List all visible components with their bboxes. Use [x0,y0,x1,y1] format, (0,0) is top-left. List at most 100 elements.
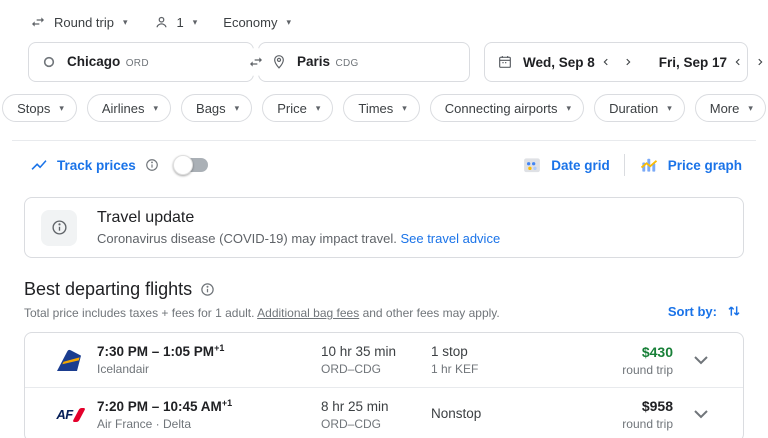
expand-flight-button[interactable] [673,355,729,365]
flight-row-icelandair[interactable]: 7:30 PM – 1:05 PM+1 Icelandair 10 hr 35 … [25,333,743,387]
info-icon-tile [41,209,77,246]
filter-chip-bags[interactable]: Bags ▾ [181,94,253,122]
track-prices-label: Track prices [57,157,136,173]
air-france-logo: AF [56,407,86,422]
chip-label: Stops [17,100,51,116]
chip-label: Price [277,100,307,116]
place-pin-icon [271,54,287,70]
info-icon[interactable] [200,282,215,297]
flight-price-note: round trip [622,362,673,377]
filter-chip-price[interactable]: Price ▾ [262,94,334,122]
sort-arrows-icon [726,303,742,319]
flight-airline: Icelandair [97,362,150,376]
chip-label: Duration [609,100,659,116]
additional-bag-fees-link[interactable]: Additional bag fees [257,306,359,320]
track-prices-control: Track prices [30,155,208,175]
flight-stops: Nonstop [431,405,482,421]
expand-flight-button[interactable] [673,410,729,419]
chip-label: Airlines [101,100,145,116]
filter-chip-connecting-airports[interactable]: Connecting airports ▾ [429,94,585,122]
tools-row: Track prices Date grid Price graph [30,154,742,176]
flight-airline: Air France · Delta [97,416,192,431]
person-icon [154,15,169,30]
origin-city: Chicago [67,54,121,69]
results-heading: Best departing flights [24,279,193,299]
date-grid-icon [522,155,542,175]
filter-chip-stops[interactable]: Stops ▾ [2,94,77,122]
price-graph-button[interactable]: Price graph [639,155,742,175]
tools-divider [623,154,625,176]
filter-chip-times[interactable]: Times ▾ [343,94,420,122]
return-date-prev-button[interactable] [727,48,749,76]
flight-duration: 8 hr 25 min [321,398,389,414]
banner-message: Coronavirus disease (COVID-19) may impac… [97,231,397,246]
destination-field[interactable]: Paris CDG [258,42,470,82]
dropdown-arrow-icon: ▾ [315,102,321,113]
departure-date: Wed, Sep 8 [523,54,595,70]
search-row: Chicago ORD Paris CDG Wed, Sep 8 Fri, Se… [28,42,763,82]
price-graph-label: Price graph [667,157,742,173]
destination-code: CDG [335,58,359,69]
track-prices-toggle[interactable] [172,155,208,175]
plus-days: +1 [214,343,225,353]
origin-circle-icon [41,54,57,70]
passenger-count: 1 [176,14,184,30]
departure-date-next-button[interactable] [617,48,639,76]
date-grid-button[interactable]: Date grid [522,155,610,175]
flight-row-air-france[interactable]: AF 7:20 PM – 10:45 AM+1 Air France · Del… [25,387,743,438]
date-grid-label: Date grid [551,157,610,173]
chip-label: Bags [196,100,226,116]
price-graph-icon [639,155,659,175]
destination-city: Paris [297,54,331,69]
dropdown-arrow-icon: ▾ [192,16,198,27]
plus-days: +1 [221,397,233,408]
filter-chip-more[interactable]: More ▾ [694,94,766,122]
return-date-segment[interactable]: Fri, Sep 17 [651,48,768,76]
info-icon[interactable] [145,158,159,172]
chip-label: Times [358,100,394,116]
travel-update-banner: Travel update Coronavirus disease (COVID… [24,197,744,258]
sort-by-button[interactable]: Sort by: [668,303,742,320]
banner-title: Travel update [97,209,195,226]
cabin-class-selector[interactable]: Economy ▾ [223,15,291,30]
flight-stops: 1 stop [431,344,468,359]
flight-list: 7:30 PM – 1:05 PM+1 Icelandair 10 hr 35 … [24,332,744,438]
dropdown-arrow-icon: ▾ [286,16,292,27]
dropdown-arrow-icon: ▾ [402,102,407,113]
swap-origin-destination-button[interactable] [242,48,270,76]
flight-times: 7:30 PM – 1:05 PM [97,344,215,359]
dropdown-arrow-icon: ▾ [153,102,159,113]
flight-price: $430 [641,343,673,360]
filter-chip-airlines[interactable]: Airlines ▾ [86,94,172,122]
dropdown-arrow-icon: ▾ [59,102,64,113]
cabin-class-label: Economy [223,14,278,30]
flight-route: ORD–CDG [321,362,382,376]
trip-type-label: Round trip [54,14,114,30]
flight-route: ORD–CDG [321,416,382,431]
chip-label: Connecting airports [444,100,558,116]
passengers-selector[interactable]: 1 ▾ [154,14,198,30]
sort-by-label: Sort by: [667,303,717,319]
trend-line-icon [30,156,48,174]
departure-date-prev-button[interactable] [595,48,617,76]
see-travel-advice-link[interactable]: See travel advice [400,231,500,246]
results-header: Best departing flights Total price inclu… [24,279,742,320]
flight-duration: 10 hr 35 min [321,344,397,359]
results-subtitle-suffix: and other fees may apply. [362,306,500,320]
swap-horiz-icon [30,14,46,30]
dropdown-arrow-icon: ▾ [122,16,128,27]
calendar-icon [497,54,513,70]
departure-date-segment[interactable]: Wed, Sep 8 [523,48,639,76]
trip-type-selector[interactable]: Round trip ▾ [30,14,128,30]
return-date-next-button[interactable] [749,48,768,76]
origin-field[interactable]: Chicago ORD [28,42,254,82]
section-divider [12,140,756,141]
filter-chip-duration[interactable]: Duration ▾ [594,94,685,122]
dropdown-arrow-icon: ▾ [748,102,753,113]
toggle-knob [172,155,193,175]
flight-stop-detail: 1 hr KEF [431,362,479,376]
dropdown-arrow-icon: ▾ [234,102,240,113]
flight-price-note: round trip [622,417,673,431]
return-date: Fri, Sep 17 [658,54,728,70]
flight-times: 7:20 PM – 10:45 AM [97,398,222,414]
